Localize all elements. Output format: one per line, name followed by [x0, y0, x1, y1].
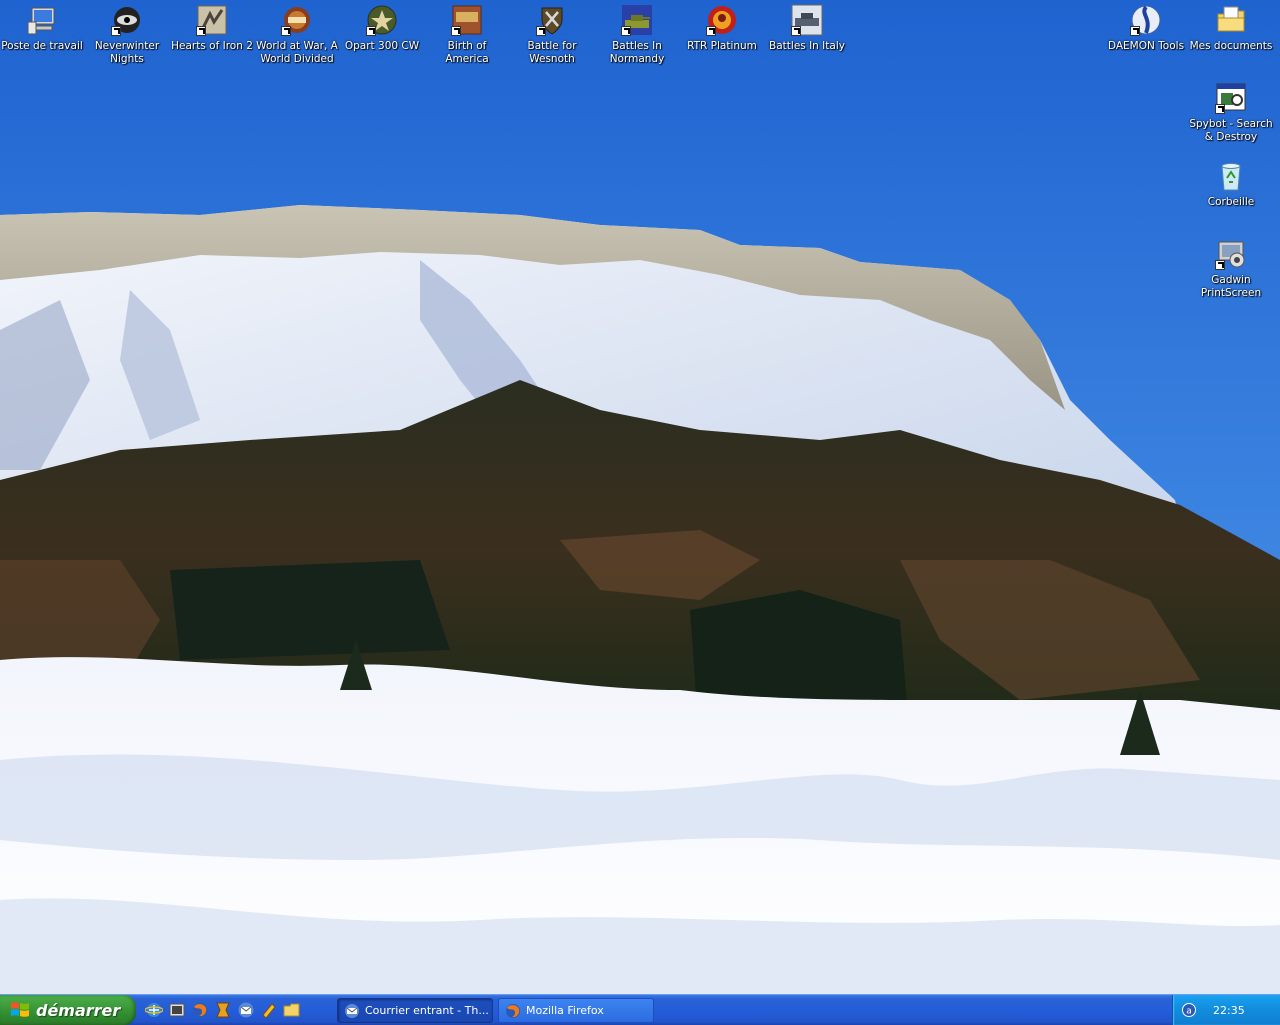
desktop-icon-label: Neverwinter Nights [94, 40, 160, 65]
battles-in-normandy-icon [621, 4, 653, 36]
desktop-icon-recycle-bin[interactable]: Corbeille [1189, 158, 1273, 209]
shortcut-arrow-icon [111, 26, 121, 36]
desktop-icon-label: Hearts of Iron 2 [171, 40, 253, 52]
desktop-icon-label: DAEMON Tools [1107, 40, 1185, 52]
shortcut-arrow-icon [1130, 26, 1140, 36]
opart-300-cw-icon [366, 4, 398, 36]
start-button-label: démarrer [36, 1000, 121, 1020]
desktop-icon-label: Poste de travail [1, 40, 83, 52]
clock[interactable]: 22:35 [1213, 1004, 1245, 1017]
rtr-platinum-icon [706, 4, 738, 36]
folder-icon[interactable] [282, 1000, 302, 1020]
desktop-icon-spybot[interactable]: Spybot - Search & Destroy [1189, 80, 1273, 144]
desktop-icon-label: Spybot - Search & Destroy [1189, 118, 1273, 143]
thunderbird-icon[interactable] [236, 1000, 256, 1020]
shortcut-arrow-icon [281, 26, 291, 36]
battles-in-italy-icon [791, 4, 823, 36]
desktop-icon-rtr-platinum[interactable]: RTR Platinum [680, 2, 764, 53]
desktop-icon-battle-for-wesnoth[interactable]: Battle for Wesnoth [510, 2, 594, 66]
windows-logo-icon [11, 1002, 29, 1017]
start-button[interactable]: démarrer [0, 995, 136, 1025]
hearts-of-iron-2-icon [196, 4, 228, 36]
taskbar: démarrer Courrier entrant - Th... Mozill… [0, 994, 1280, 1025]
shortcut-arrow-icon [1215, 104, 1225, 114]
desktop-icon-gadwin-printscreen[interactable]: Gadwin PrintScreen [1189, 236, 1273, 300]
taskbar-button-firefox[interactable]: Mozilla Firefox [498, 998, 654, 1023]
pencil-icon[interactable] [259, 1000, 279, 1020]
world-at-war-icon [281, 4, 313, 36]
firefox-icon[interactable] [190, 1000, 210, 1020]
desktop-icon-daemon-tools[interactable]: DAEMON Tools [1104, 2, 1188, 53]
taskbar-button-label: Mozilla Firefox [526, 1004, 604, 1017]
media-icon[interactable] [167, 1000, 187, 1020]
desktop-icon-opart-300-cw[interactable]: Opart 300 CW [340, 2, 424, 53]
shortcut-arrow-icon [366, 26, 376, 36]
desktop-icon-label: Corbeille [1207, 196, 1255, 208]
internet-explorer-icon[interactable] [144, 1000, 164, 1020]
shortcut-arrow-icon [1215, 260, 1225, 270]
desktop-icon-world-at-war[interactable]: World at War, A World Divided [255, 2, 339, 66]
my-documents-icon [1215, 4, 1247, 36]
shortcut-arrow-icon [791, 26, 801, 36]
shortcut-arrow-icon [536, 26, 546, 36]
gadwin-printscreen-icon [1215, 238, 1247, 270]
desktop-icon-birth-of-america[interactable]: Birth of America [425, 2, 509, 66]
desktop-icon-label: Battle for Wesnoth [527, 40, 577, 65]
desktop-icon-label: Gadwin PrintScreen [1200, 274, 1262, 299]
thunderbird-icon [345, 1003, 359, 1018]
desktop-icon-label: Battles In Normandy [609, 40, 665, 65]
system-tray: a 22:35 [1172, 995, 1280, 1025]
desktop-wallpaper [0, 0, 1280, 994]
desktop-icon-battles-in-normandy[interactable]: Battles In Normandy [595, 2, 679, 66]
shortcut-arrow-icon [621, 26, 631, 36]
recycle-bin-icon [1215, 160, 1247, 192]
desktop-icon-label: Mes documents [1189, 40, 1273, 52]
daemon-tools-icon [1130, 4, 1162, 36]
winamp-icon[interactable] [213, 1000, 233, 1020]
desktop-icon-battles-in-italy[interactable]: Battles In Italy [765, 2, 849, 53]
taskbar-button-thunderbird[interactable]: Courrier entrant - Th... [337, 998, 493, 1023]
shortcut-arrow-icon [706, 26, 716, 36]
desktop-icon-label: Opart 300 CW [344, 40, 420, 52]
shortcut-arrow-icon [196, 26, 206, 36]
spybot-icon [1215, 82, 1247, 114]
network-tray-icon[interactable]: a [1181, 1002, 1197, 1018]
birth-of-america-icon [451, 4, 483, 36]
desktop-icon-neverwinter-nights[interactable]: Neverwinter Nights [85, 2, 169, 66]
desktop-icon-label: RTR Platinum [687, 40, 757, 52]
neverwinter-nights-icon [111, 4, 143, 36]
desktop-icon-label: World at War, A World Divided [256, 40, 338, 65]
desktop-icon-label: Birth of America [445, 40, 489, 65]
firefox-icon [506, 1003, 520, 1018]
desktop-icon-hearts-of-iron-2[interactable]: Hearts of Iron 2 [170, 2, 254, 53]
desktop-icon-my-computer[interactable]: Poste de travail [0, 2, 84, 53]
svg-text:a: a [1186, 1007, 1192, 1017]
desktop-icon-label: Battles In Italy [769, 40, 845, 52]
taskbar-button-label: Courrier entrant - Th... [365, 1004, 489, 1017]
battle-for-wesnoth-icon [536, 4, 568, 36]
shortcut-arrow-icon [451, 26, 461, 36]
my-computer-icon [26, 4, 58, 36]
desktop-icon-my-documents[interactable]: Mes documents [1189, 2, 1273, 53]
quick-launch-bar [144, 1000, 302, 1020]
